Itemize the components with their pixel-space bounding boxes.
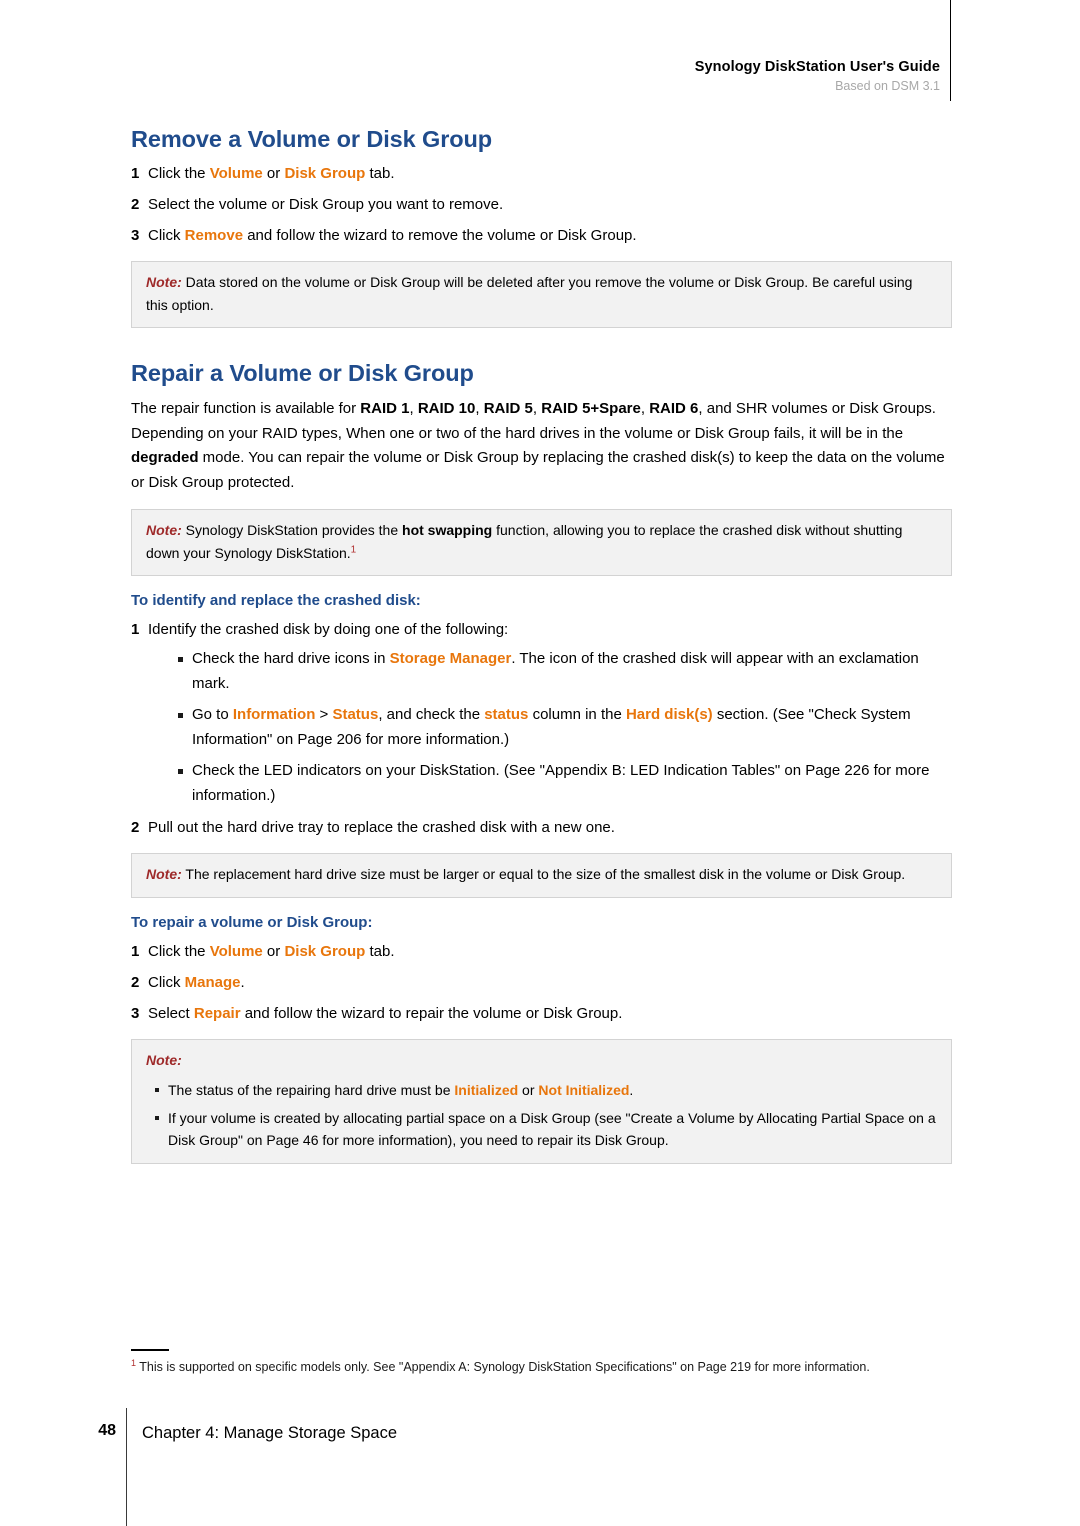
note-text: Synology DiskStation provides the hot sw… bbox=[146, 522, 903, 561]
ui-term: Information bbox=[232, 706, 316, 724]
footnote-separator-rule bbox=[131, 1349, 169, 1351]
footnote-body: This is supported on specific models onl… bbox=[136, 1360, 870, 1374]
ui-term: Manage bbox=[184, 973, 241, 991]
repair-steps-list: 1 Click the Volume or Disk Group tab. 2 … bbox=[131, 941, 952, 1025]
note-box-repair-conditions: Note: The status of the repairing hard d… bbox=[131, 1038, 952, 1164]
document-page: Synology DiskStation User's Guide Based … bbox=[0, 0, 1080, 1526]
remove-steps-list: 1 Click the Volume or Disk Group tab. 2 … bbox=[131, 163, 952, 247]
emphasis-term: RAID 10 bbox=[417, 400, 476, 417]
step-item: 2 Click Manage. bbox=[131, 972, 952, 994]
repair-intro-paragraph: The repair function is available for RAI… bbox=[131, 400, 945, 491]
step-number: 1 bbox=[131, 165, 140, 182]
note-label: Note: bbox=[146, 1051, 182, 1068]
ui-term: Disk Group bbox=[284, 942, 366, 960]
ui-term: Status bbox=[332, 706, 379, 724]
step-number: 3 bbox=[131, 1004, 140, 1022]
ui-term: Volume bbox=[209, 165, 263, 182]
identify-bullets-list: Check the hard drive icons in Storage Ma… bbox=[148, 647, 952, 808]
bullet-item: Go to Information > Status, and check th… bbox=[169, 703, 952, 752]
footnote-text: 1 This is supported on specific models o… bbox=[131, 1358, 931, 1377]
ui-term: Hard disk(s) bbox=[625, 706, 713, 724]
ui-term: Storage Manager bbox=[389, 650, 512, 668]
note-box-replacement-drive: Note: The replacement hard drive size mu… bbox=[131, 853, 952, 898]
note-text: Data stored on the volume or Disk Group … bbox=[146, 274, 913, 313]
bullet-item: If your volume is created by allocating … bbox=[146, 1107, 937, 1152]
step-number: 2 bbox=[131, 973, 140, 991]
header-title: Synology DiskStation User's Guide bbox=[694, 59, 940, 75]
step-text: Pull out the hard drive tray to replace … bbox=[148, 819, 615, 837]
step-text: Identify the crashed disk by doing one o… bbox=[148, 621, 509, 639]
step-item: 2 Pull out the hard drive tray to replac… bbox=[131, 817, 952, 839]
emphasis-term: RAID 5+Spare bbox=[541, 400, 641, 417]
step-item: 1 Identify the crashed disk by doing one… bbox=[131, 619, 952, 808]
ui-term: Initialized bbox=[454, 1082, 519, 1099]
note-label: Note: bbox=[146, 274, 182, 290]
step-number: 1 bbox=[131, 942, 140, 960]
emphasis-term: RAID 5 bbox=[483, 400, 533, 417]
subheading-repair-volume: To repair a volume or Disk Group: bbox=[131, 913, 373, 931]
section-title-remove: Remove a Volume or Disk Group bbox=[131, 126, 493, 152]
page-number: 48 bbox=[98, 1422, 116, 1439]
step-item: 3 Select Repair and follow the wizard to… bbox=[131, 1003, 952, 1025]
bullet-item: Check the hard drive icons in Storage Ma… bbox=[169, 647, 952, 696]
bullet-item: Check the LED indicators on your DiskSta… bbox=[169, 759, 952, 808]
step-number: 1 bbox=[131, 621, 140, 639]
ui-term: Remove bbox=[184, 227, 244, 244]
emphasis-term: hot swapping bbox=[402, 522, 493, 539]
ui-term: Not Initialized bbox=[538, 1082, 630, 1099]
emphasis-term: RAID 6 bbox=[649, 400, 699, 417]
subheading-identify-crashed-disk: To identify and replace the crashed disk… bbox=[131, 592, 421, 610]
step-text: Select Repair and follow the wizard to r… bbox=[148, 1004, 623, 1022]
footnote-area: 1 This is supported on specific models o… bbox=[131, 1349, 931, 1377]
step-item: 1 Click the Volume or Disk Group tab. bbox=[131, 163, 952, 185]
chapter-title: Chapter 4: Manage Storage Space bbox=[142, 1424, 398, 1442]
note-bullets-list: The status of the repairing hard drive m… bbox=[146, 1079, 937, 1152]
page-header: Synology DiskStation User's Guide Based … bbox=[0, 58, 940, 95]
page-content: Remove a Volume or Disk Group 1 Click th… bbox=[131, 124, 952, 1178]
ui-term: status bbox=[484, 706, 529, 724]
step-text: Click the Volume or Disk Group tab. bbox=[148, 165, 395, 182]
step-item: 1 Click the Volume or Disk Group tab. bbox=[131, 941, 952, 963]
step-number: 3 bbox=[131, 227, 140, 244]
ui-term: Repair bbox=[193, 1004, 241, 1022]
bullet-item: The status of the repairing hard drive m… bbox=[146, 1079, 937, 1102]
step-item: 3 Click Remove and follow the wizard to … bbox=[131, 225, 952, 247]
section-title-repair: Repair a Volume or Disk Group bbox=[131, 360, 474, 386]
step-text: Click Manage. bbox=[148, 973, 245, 991]
step-text: Select the volume or Disk Group you want… bbox=[148, 196, 504, 213]
note-box-hot-swapping: Note: Synology DiskStation provides the … bbox=[131, 509, 952, 577]
emphasis-term: degraded bbox=[131, 449, 199, 467]
note-box-remove: Note: Data stored on the volume or Disk … bbox=[131, 261, 952, 328]
step-number: 2 bbox=[131, 196, 140, 213]
note-label: Note: bbox=[146, 866, 182, 883]
ui-term: Disk Group bbox=[284, 165, 366, 182]
step-number: 2 bbox=[131, 819, 140, 837]
header-vertical-rule bbox=[950, 0, 951, 101]
ui-term: Volume bbox=[209, 942, 263, 960]
note-text: The replacement hard drive size must be … bbox=[181, 866, 906, 883]
footer-vertical-rule bbox=[126, 1408, 127, 1526]
emphasis-term: RAID 1 bbox=[360, 400, 410, 417]
step-text: Click Remove and follow the wizard to re… bbox=[148, 227, 637, 244]
footnote-reference: 1 bbox=[350, 544, 357, 556]
note-label: Note: bbox=[146, 522, 182, 539]
step-item: 2 Select the volume or Disk Group you wa… bbox=[131, 194, 952, 216]
step-text: Click the Volume or Disk Group tab. bbox=[148, 942, 395, 960]
identify-steps-list: 1 Identify the crashed disk by doing one… bbox=[131, 619, 952, 839]
header-subtitle: Based on DSM 3.1 bbox=[835, 79, 940, 93]
